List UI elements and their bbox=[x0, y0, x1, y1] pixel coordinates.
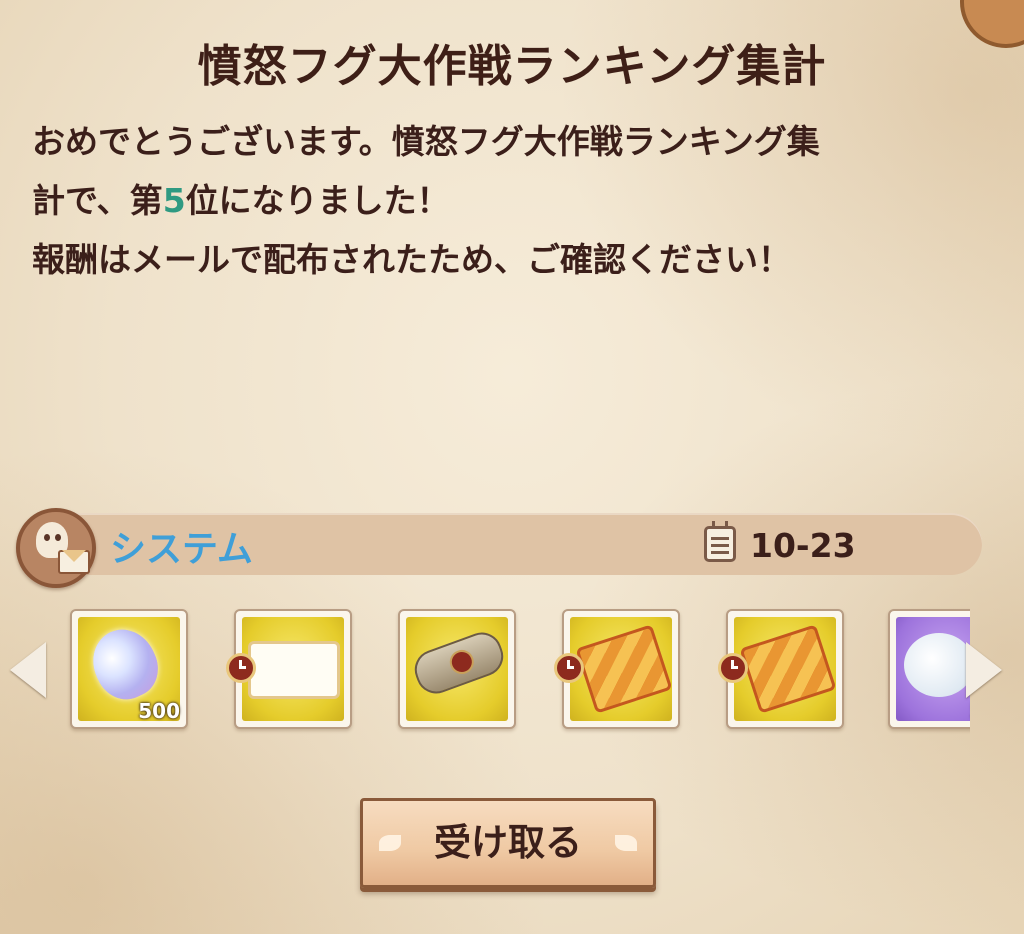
message-line: おめでとうございます。憤怒フグ大作戦ランキング集 bbox=[32, 122, 820, 161]
claim-button[interactable]: 受け取る bbox=[360, 798, 656, 888]
message-text: 位になりました！ bbox=[185, 181, 450, 220]
profile-frame-icon bbox=[248, 641, 340, 699]
sender-avatar-icon bbox=[16, 508, 96, 588]
reward-item[interactable] bbox=[718, 609, 844, 729]
scroll-right-arrow-icon[interactable] bbox=[966, 642, 1002, 698]
message-line: 計で、第5位になりました！ bbox=[32, 171, 982, 230]
message-text: 計で、第 bbox=[32, 181, 163, 220]
clock-icon bbox=[718, 653, 748, 683]
reward-quantity: 500 bbox=[138, 699, 180, 723]
reward-item[interactable]: 500 bbox=[70, 609, 188, 729]
leaf-ornament-icon bbox=[615, 835, 637, 851]
calendar-icon bbox=[704, 521, 736, 562]
reward-item[interactable] bbox=[398, 609, 516, 729]
message-line: 報酬はメールで配布されたため、ご確認ください！ bbox=[32, 240, 791, 279]
mail-dialog: 憤怒フグ大作戦ランキング集計 おめでとうございます。憤怒フグ大作戦ランキング集 … bbox=[0, 0, 1024, 934]
envelope-icon bbox=[58, 550, 90, 574]
cloud-icon bbox=[904, 633, 970, 697]
claim-button-label: 受け取る bbox=[434, 821, 582, 864]
leaf-ornament-icon bbox=[379, 835, 401, 851]
clock-icon bbox=[226, 653, 256, 683]
reward-item[interactable]: 50 bbox=[888, 609, 970, 729]
scroll-left-arrow-icon[interactable] bbox=[10, 642, 46, 698]
reward-item[interactable] bbox=[554, 609, 680, 729]
clock-icon bbox=[554, 653, 584, 683]
rank-value: 5 bbox=[162, 181, 186, 220]
mail-date: 10-23 bbox=[750, 526, 856, 565]
dialog-message: おめでとうございます。憤怒フグ大作戦ランキング集 計で、第5位になりました！ 報… bbox=[32, 112, 982, 289]
dialog-title: 憤怒フグ大作戦ランキング集計 bbox=[197, 41, 827, 92]
mail-sender: システム bbox=[110, 529, 253, 570]
reward-list: 500 50 bbox=[60, 600, 970, 740]
reward-item[interactable] bbox=[226, 609, 352, 729]
